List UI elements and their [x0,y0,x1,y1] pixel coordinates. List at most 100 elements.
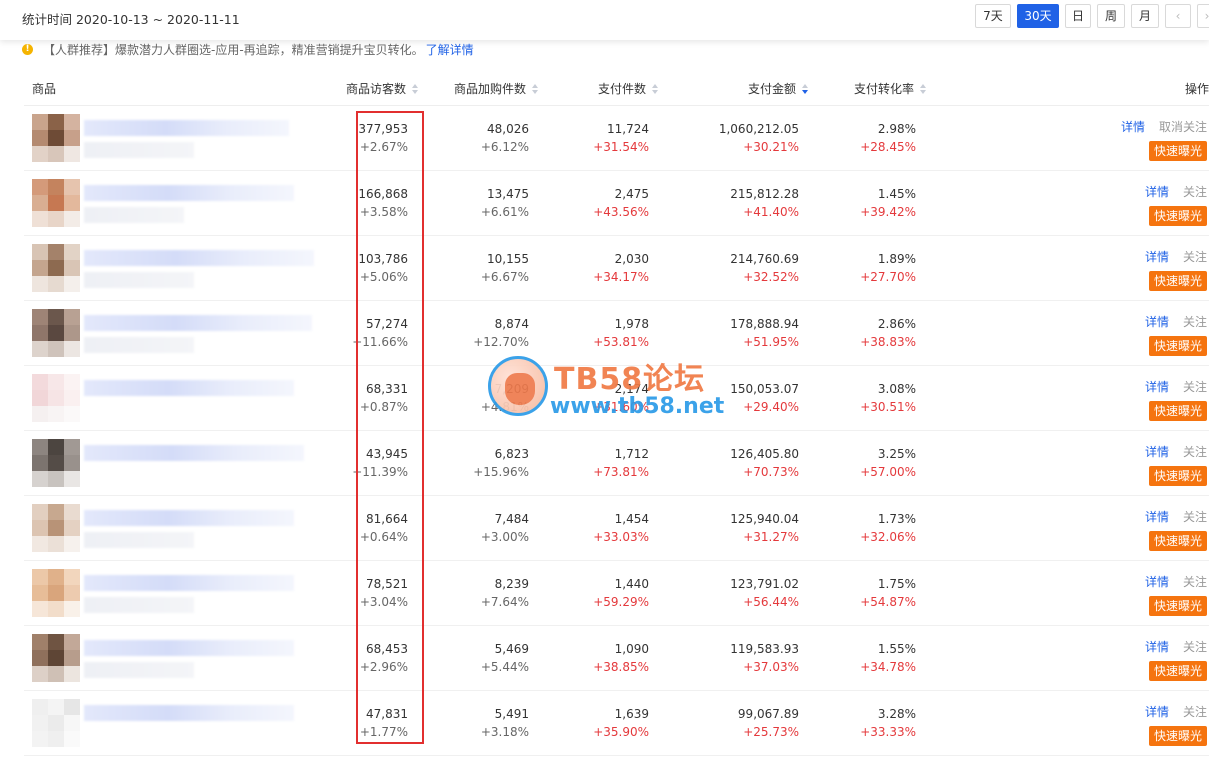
quick-exposure-button[interactable]: 快速曝光 [1148,596,1207,616]
cart-cell: 48,026 +6.12% [481,120,529,156]
product-title-blurred[interactable] [84,250,314,266]
product-title-blurred[interactable] [84,185,294,201]
product-subtitle-blurred [84,272,194,288]
detail-link[interactable]: 详情 [1145,250,1169,264]
conversion-cell: 1.55% +34.78% [860,640,916,676]
follow-link[interactable]: 关注 [1183,380,1207,394]
next-page-button[interactable]: › [1197,4,1209,28]
conversion-value: 1.73% [877,512,916,526]
notice-learn-more-link[interactable]: 了解详情 [426,41,474,58]
conversion-change: +28.45% [860,140,916,154]
sort-icon[interactable] [652,84,659,95]
visitors-change: +2.96% [359,660,408,674]
detail-link[interactable]: 详情 [1145,705,1169,719]
paid-items-cell: 2,030 +34.17% [593,250,649,286]
range-week-button[interactable]: 周 [1097,4,1125,28]
quick-exposure-button[interactable]: 快速曝光 [1148,336,1207,356]
product-thumbnail[interactable] [32,569,80,617]
product-thumbnail[interactable] [32,374,80,422]
quick-exposure-button[interactable]: 快速曝光 [1148,466,1207,486]
quick-exposure-button[interactable]: 快速曝光 [1148,401,1207,421]
paid-amount-change: +25.73% [743,725,799,739]
prev-page-button[interactable]: ‹ [1165,4,1191,28]
sort-icon[interactable] [920,84,927,95]
product-thumbnail[interactable] [32,699,80,747]
follow-link[interactable]: 关注 [1183,640,1207,654]
visitors-value: 68,453 [366,642,408,656]
col-cart[interactable]: 商品加购件数 [454,80,539,97]
quick-exposure-button[interactable]: 快速曝光 [1148,206,1207,226]
cart-value: 8,874 [494,317,529,331]
cart-change: +6.67% [480,270,529,284]
sort-icon[interactable] [532,84,539,95]
detail-link[interactable]: 详情 [1145,510,1169,524]
paid-items-value: 2,030 [614,252,649,266]
visitors-cell: 81,664 +0.64% [360,510,408,546]
paid-items-change: +35.90% [593,725,649,739]
table-row: 166,868 +3.58% 13,475 +6.61% 2,475 +43.56% 215… [24,171,1209,236]
product-title-blurred[interactable] [84,120,289,136]
detail-link[interactable]: 详情 [1145,640,1169,654]
sort-desc-icon[interactable] [802,84,809,95]
conversion-change: +57.00% [860,465,916,479]
quick-exposure-button[interactable]: 快速曝光 [1148,661,1207,681]
detail-link[interactable]: 详情 [1145,445,1169,459]
follow-link[interactable]: 关注 [1183,445,1207,459]
paid-items-cell: 1,712 +73.81% [593,445,649,481]
detail-link[interactable]: 详情 [1145,575,1169,589]
follow-link[interactable]: 关注 [1183,185,1207,199]
product-thumbnail[interactable] [32,309,80,357]
cart-cell: 8,239 +7.64% [481,575,529,611]
product-title-blurred[interactable] [84,380,294,396]
cart-value: 10,155 [487,252,529,266]
detail-link[interactable]: 详情 [1145,315,1169,329]
follow-link[interactable]: 关注 [1183,510,1207,524]
quick-exposure-button[interactable]: 快速曝光 [1148,271,1207,291]
cart-cell: 10,155 +6.67% [481,250,529,286]
visitors-value: 47,831 [366,707,408,721]
quick-exposure-button[interactable]: 快速曝光 [1148,531,1207,551]
range-month-button[interactable]: 月 [1131,4,1159,28]
conversion-cell: 1.89% +27.70% [860,250,916,286]
conversion-value: 3.25% [877,447,916,461]
product-thumbnail[interactable] [32,114,80,162]
follow-link[interactable]: 关注 [1183,705,1207,719]
col-visitors[interactable]: 商品访客数 [346,80,419,97]
follow-link[interactable]: 关注 [1183,315,1207,329]
range-day-button[interactable]: 日 [1065,4,1091,28]
col-paid-items[interactable]: 支付件数 [598,80,659,97]
cart-value: 7,209 [494,382,529,396]
detail-link[interactable]: 详情 [1145,380,1169,394]
paid-items-change: +33.03% [593,530,649,544]
quick-exposure-button[interactable]: 快速曝光 [1148,141,1207,161]
product-thumbnail[interactable] [32,439,80,487]
product-thumbnail[interactable] [32,504,80,552]
product-title-blurred[interactable] [84,705,294,721]
product-title-blurred[interactable] [84,640,294,656]
follow-link[interactable]: 关注 [1183,250,1207,264]
follow-link[interactable]: 取消关注 [1159,120,1207,134]
sort-icon[interactable] [412,84,419,95]
conversion-cell: 1.73% +32.06% [860,510,916,546]
product-title-blurred[interactable] [84,315,312,331]
paid-amount-change: +31.27% [743,530,799,544]
col-conversion[interactable]: 支付转化率 [854,80,927,97]
quick-exposure-button[interactable]: 快速曝光 [1148,726,1207,746]
cart-value: 8,239 [494,577,529,591]
range-7d-button[interactable]: 7天 [975,4,1011,28]
detail-link[interactable]: 详情 [1145,185,1169,199]
product-thumbnail[interactable] [32,179,80,227]
detail-link[interactable]: 详情 [1121,120,1145,134]
col-paid-amount[interactable]: 支付金额 [748,80,809,97]
conversion-value: 2.86% [877,317,916,331]
visitors-cell: 68,331 +0.87% [360,380,408,416]
product-thumbnail[interactable] [32,634,80,682]
follow-link[interactable]: 关注 [1183,575,1207,589]
product-title-blurred[interactable] [84,510,294,526]
range-30d-button[interactable]: 30天 [1017,4,1059,28]
table-row: 68,331 +0.87% 7,209 +4.81% 2,174 +31.60% 150,0… [24,366,1209,431]
paid-items-cell: 1,454 +33.03% [593,510,649,546]
product-title-blurred[interactable] [84,445,304,461]
product-title-blurred[interactable] [84,575,294,591]
product-thumbnail[interactable] [32,244,80,292]
